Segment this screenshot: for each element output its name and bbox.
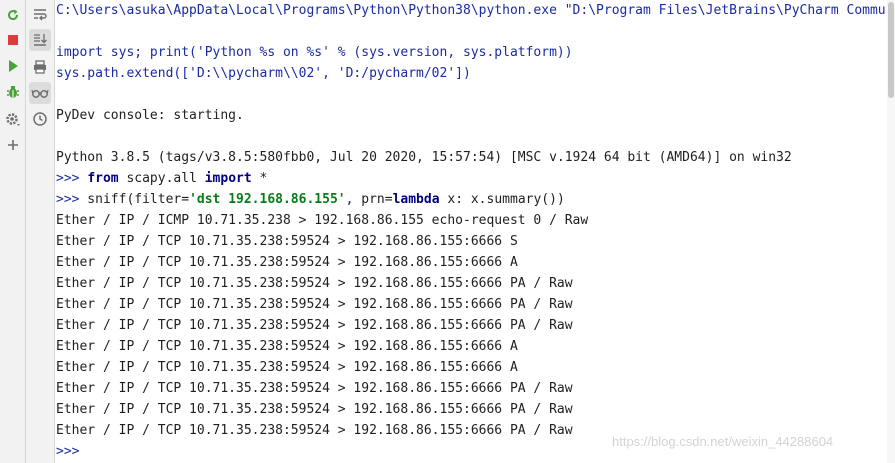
output-line: Ether / IP / TCP 10.71.35.238:59524 > 19… [56, 423, 573, 438]
console-prompt: >>> [56, 171, 80, 186]
input-line: >>> sniff(filter='dst 192.168.86.155', p… [56, 189, 565, 210]
code-text: * [251, 171, 268, 186]
run-icon[interactable] [2, 55, 24, 77]
code-text: sniff(filter= [79, 192, 190, 207]
vertical-scrollbar[interactable] [887, 0, 895, 463]
command-line: C:\Users\asuka\AppData\Local\Programs\Py… [56, 3, 885, 18]
watermark: https://blog.csdn.net/weixin_44288604 [612, 434, 834, 449]
output-line: Ether / IP / TCP 10.71.35.238:59524 > 19… [56, 402, 573, 417]
console-toolbar [26, 0, 55, 463]
stop-icon[interactable] [2, 29, 24, 51]
output-line: Ether / IP / TCP 10.71.35.238:59524 > 19… [56, 318, 573, 333]
code-text: x: x.summary()) [439, 192, 565, 207]
startup-line: import sys; print('Python %s on %s' % (s… [56, 45, 573, 60]
output-line: Ether / IP / TCP 10.71.35.238:59524 > 19… [56, 297, 573, 312]
code-text: scapy.all [118, 171, 205, 186]
output-line: Ether / IP / TCP 10.71.35.238:59524 > 19… [56, 360, 518, 375]
keyword: lambda [392, 192, 440, 207]
keyword: import [204, 171, 252, 186]
rerun-icon[interactable] [2, 4, 24, 26]
scrollbar-thumb[interactable] [888, 2, 894, 98]
console-prompt: >>> [56, 192, 80, 207]
keyword: from [87, 171, 119, 186]
settings-icon[interactable] [2, 108, 24, 130]
show-variables-icon[interactable] [29, 82, 51, 104]
add-icon[interactable] [2, 134, 24, 156]
output-line: Ether / IP / TCP 10.71.35.238:59524 > 19… [56, 381, 573, 396]
console-output[interactable]: C:\Users\asuka\AppData\Local\Programs\Py… [56, 0, 885, 463]
startup-line: sys.path.extend(['D:\\pycharm\\02', 'D:/… [56, 66, 471, 81]
scroll-to-end-icon[interactable] [29, 29, 51, 51]
output-line: Ether / IP / TCP 10.71.35.238:59524 > 19… [56, 234, 518, 249]
output-line: Ether / IP / TCP 10.71.35.238:59524 > 19… [56, 339, 518, 354]
print-icon[interactable] [29, 56, 51, 78]
output-line: Ether / IP / TCP 10.71.35.238:59524 > 19… [56, 276, 573, 291]
input-line: >>> from scapy.all import * [56, 168, 267, 189]
history-icon[interactable] [29, 108, 51, 130]
debug-icon[interactable] [2, 81, 24, 103]
console-input-prompt[interactable]: >>> [56, 441, 79, 462]
code-text: , prn= [345, 192, 393, 207]
output-line: Ether / IP / ICMP 10.71.35.238 > 192.168… [56, 213, 589, 228]
python-version-line: Python 3.8.5 (tags/v3.8.5:580fbb0, Jul 2… [56, 150, 792, 165]
soft-wrap-icon[interactable] [29, 4, 51, 26]
run-toolbar [0, 0, 26, 463]
pydev-status: PyDev console: starting. [56, 108, 244, 123]
output-line: Ether / IP / TCP 10.71.35.238:59524 > 19… [56, 255, 518, 270]
string-literal: 'dst 192.168.86.155' [189, 192, 346, 207]
python-console-window: C:\Users\asuka\AppData\Local\Programs\Py… [0, 0, 895, 463]
